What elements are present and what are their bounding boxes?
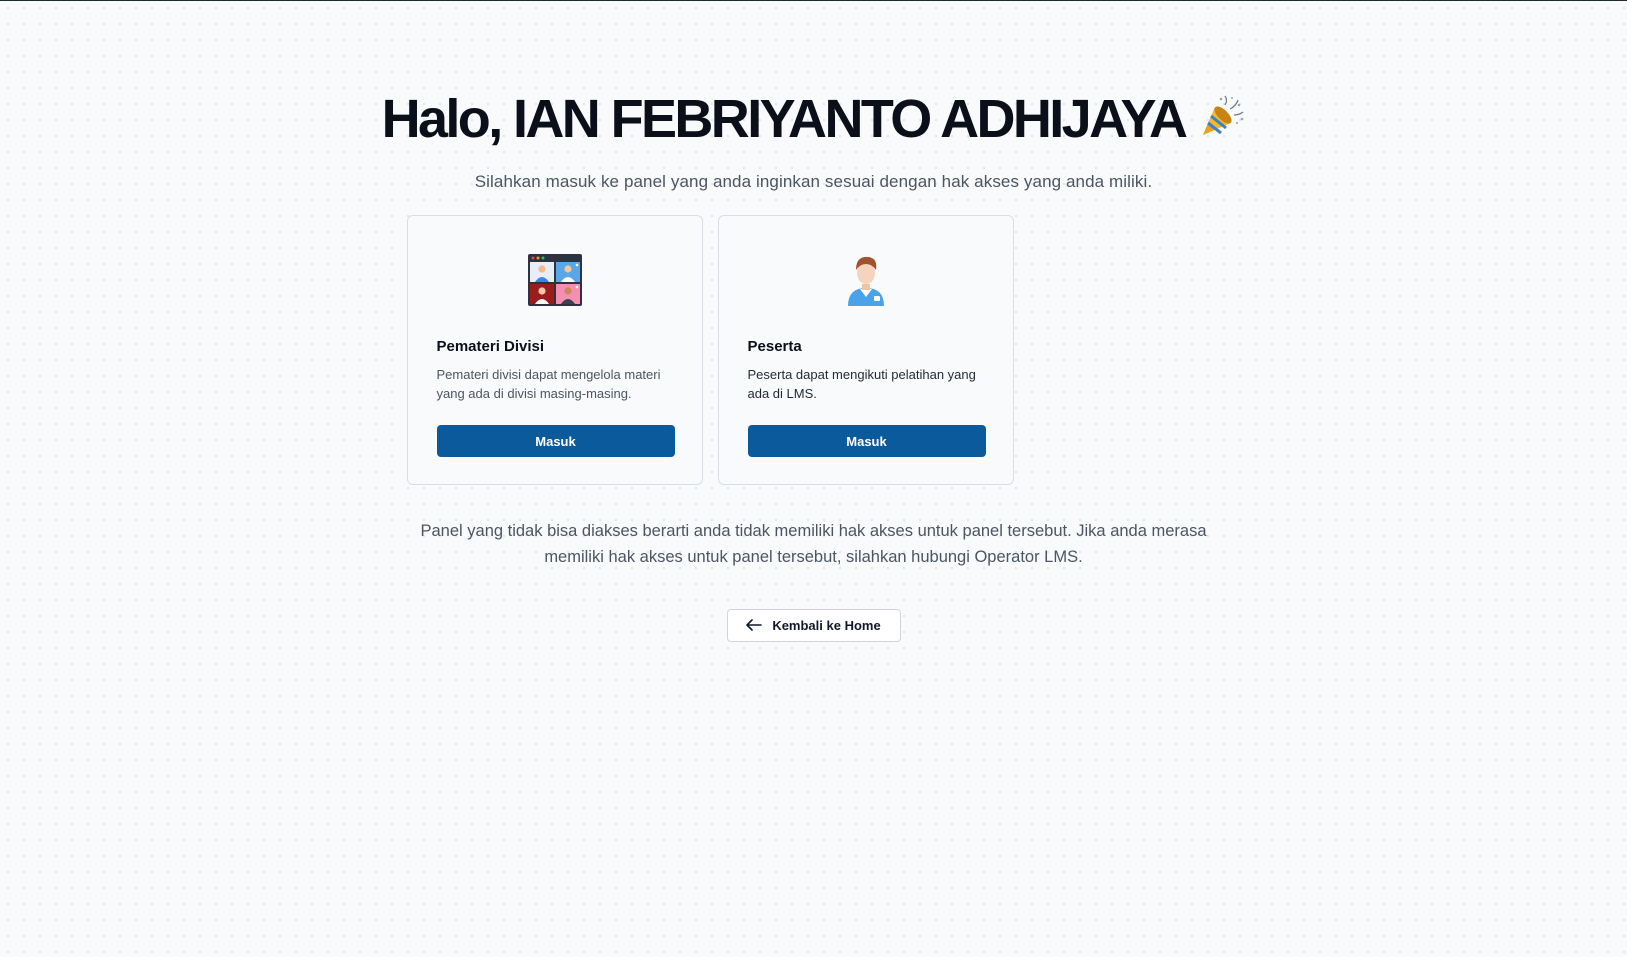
panel-title: Peserta	[747, 338, 802, 355]
party-popper-icon	[1199, 93, 1245, 139]
panel-description: Peserta dapat mengikuti pelatihan yang a…	[747, 367, 976, 401]
arrow-left-icon	[746, 619, 763, 631]
video-conference-icon	[437, 216, 673, 308]
panel-card-pemateri-divisi: Pemateri Divisi Pemateri divisi dapat me…	[406, 215, 703, 485]
panel-card-peserta: Peserta Peserta dapat mengikuti pelatiha…	[717, 215, 1014, 485]
page-subtitle: Silahkan masuk ke panel yang anda ingink…	[474, 172, 1153, 191]
masuk-button-pemateri-divisi[interactable]: Masuk	[436, 425, 675, 457]
greeting-title: Halo, IAN FEBRIYANTO ADHIJAYA	[381, 89, 1188, 149]
back-to-home-button[interactable]: Kembali ke Home	[726, 608, 901, 642]
panel-description: Pemateri divisi dapat mengelola materi y…	[436, 367, 661, 401]
participant-user-icon	[748, 216, 984, 308]
panel-title: Pemateri Divisi	[436, 338, 545, 355]
greeting-heading: Halo, IAN FEBRIYANTO ADHIJAYA	[382, 84, 1246, 154]
masuk-button-peserta[interactable]: Masuk	[747, 425, 986, 457]
panel-cards: Pemateri Divisi Pemateri divisi dapat me…	[406, 215, 1221, 485]
panel-selection-page: Halo, IAN FEBRIYANTO ADHIJAYA Silahkan m…	[0, 0, 1627, 642]
back-button-label: Kembali ke Home	[772, 617, 881, 633]
access-notice: Panel yang tidak bisa diakses berarti an…	[420, 522, 1207, 566]
